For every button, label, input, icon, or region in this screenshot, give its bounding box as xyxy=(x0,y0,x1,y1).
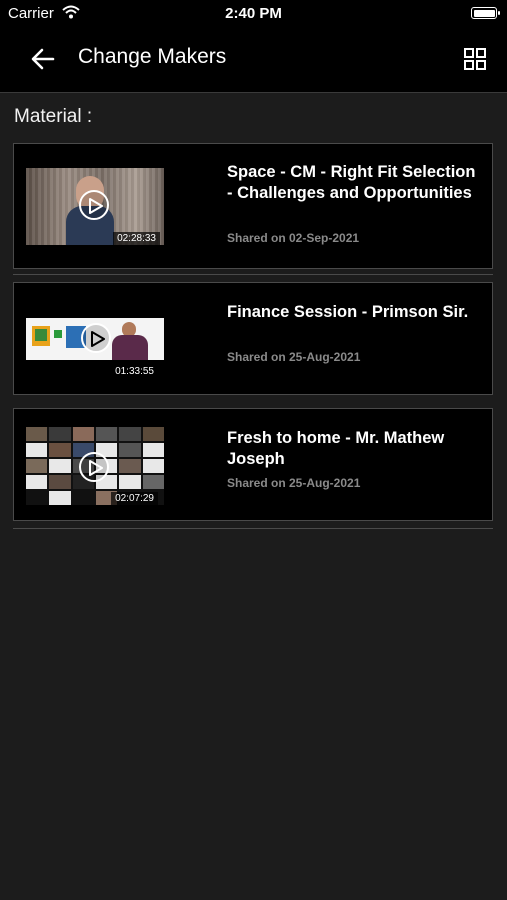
play-icon[interactable] xyxy=(79,190,109,220)
video-thumbnail[interactable]: 01:33:55 xyxy=(26,318,164,380)
page-title: Change Makers xyxy=(78,45,227,68)
video-card[interactable]: 02:28:33 Space - CM - Right Fit Selectio… xyxy=(13,143,493,269)
video-title[interactable]: Fresh to home - Mr. Mathew Joseph xyxy=(227,428,477,469)
shared-date: Shared on 25-Aug-2021 xyxy=(227,350,361,364)
video-card[interactable]: 02:07:29 Fresh to home - Mr. Mathew Jose… xyxy=(13,408,493,521)
navigation-bar: Change Makers xyxy=(0,28,507,93)
back-arrow-icon[interactable] xyxy=(28,44,58,74)
divider xyxy=(13,528,493,529)
video-thumbnail[interactable]: 02:28:33 xyxy=(26,168,164,245)
video-title[interactable]: Space - CM - Right Fit Selection - Chall… xyxy=(227,162,477,203)
video-duration: 02:07:29 xyxy=(111,492,158,505)
shared-date: Shared on 25-Aug-2021 xyxy=(227,476,361,490)
play-icon[interactable] xyxy=(79,452,109,482)
battery-icon xyxy=(471,7,500,19)
video-duration: 02:28:33 xyxy=(113,232,160,245)
status-bar: Carrier 2:40 PM xyxy=(0,0,507,28)
video-thumbnail[interactable]: 02:07:29 xyxy=(26,427,164,505)
video-title[interactable]: Finance Session - Primson Sir. xyxy=(227,302,477,323)
video-card[interactable]: 01:33:55 Finance Session - Primson Sir. … xyxy=(13,282,493,395)
shared-date: Shared on 02-Sep-2021 xyxy=(227,231,360,245)
divider xyxy=(13,274,493,275)
grid-view-icon[interactable] xyxy=(463,47,487,71)
clock: 2:40 PM xyxy=(225,5,282,22)
section-label: Material : xyxy=(14,106,93,127)
video-duration: 01:33:55 xyxy=(111,365,158,378)
play-icon[interactable] xyxy=(81,323,111,353)
